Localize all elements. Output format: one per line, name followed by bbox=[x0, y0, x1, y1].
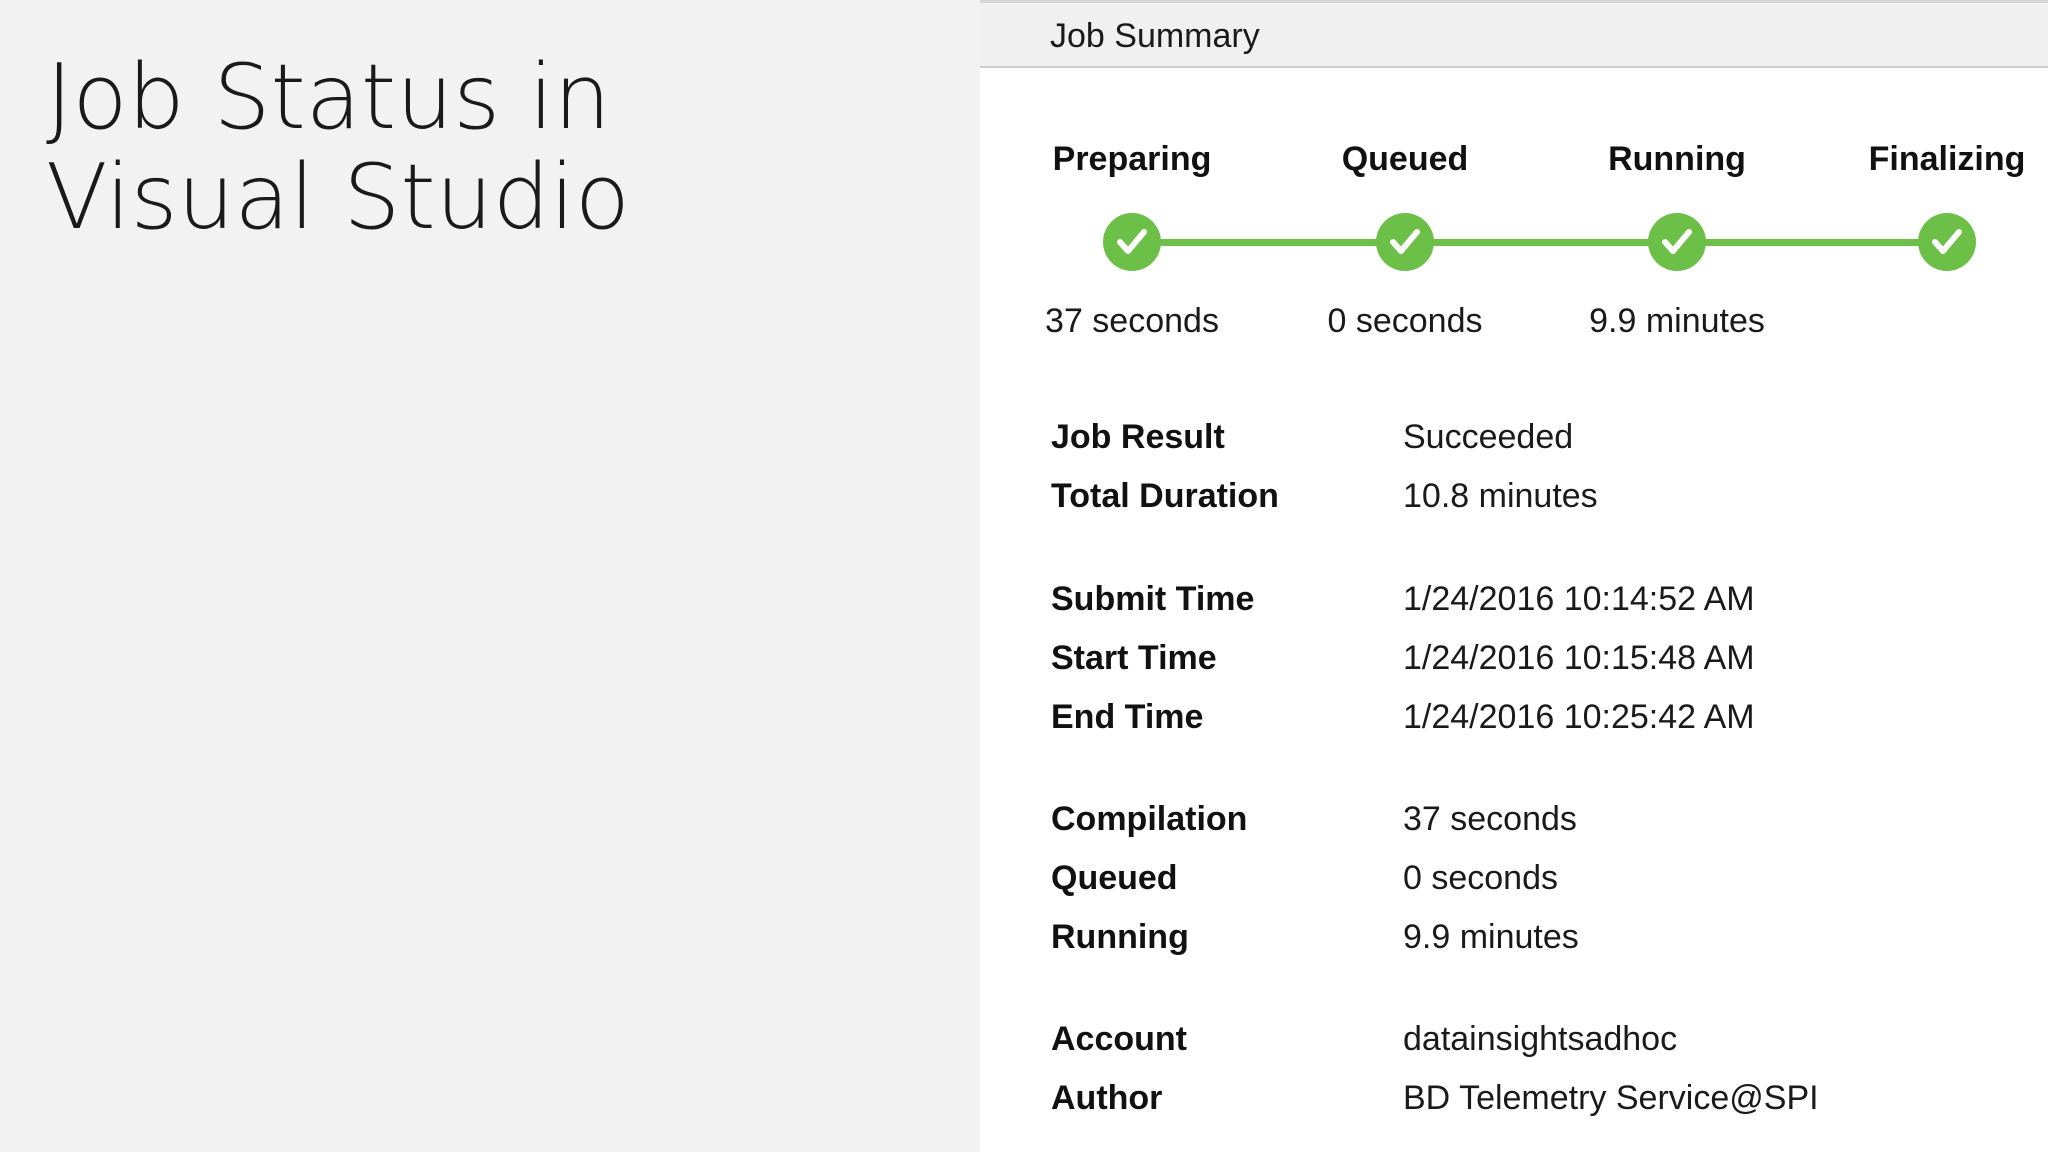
job-progress-line bbox=[1132, 239, 1947, 246]
stage-duration: 0 seconds bbox=[1327, 302, 1483, 340]
check-icon bbox=[1648, 213, 1706, 271]
slide-title: Job Status in Visual Studio bbox=[46, 48, 946, 248]
stage-name: Finalizing bbox=[1868, 140, 2026, 178]
account-value: datainsightsadhoc bbox=[1403, 1020, 1678, 1058]
total-duration-label: Total Duration bbox=[1051, 477, 1279, 515]
stage-name: Preparing bbox=[1052, 140, 1212, 178]
slide-title-line-2: Visual Studio bbox=[46, 145, 630, 250]
job-result-label: Job Result bbox=[1051, 418, 1225, 456]
stage-duration: 9.9 minutes bbox=[1589, 302, 1765, 340]
slide-title-line-1: Job Status in bbox=[46, 45, 611, 150]
account-label: Account bbox=[1051, 1020, 1187, 1058]
compilation-label: Compilation bbox=[1051, 800, 1248, 838]
compilation-value: 37 seconds bbox=[1403, 800, 1577, 838]
stage-duration: 37 seconds bbox=[1045, 302, 1219, 340]
start-time-value: 1/24/2016 10:15:48 AM bbox=[1403, 639, 1755, 677]
stage-name: Running bbox=[1608, 140, 1746, 178]
queued-value: 0 seconds bbox=[1403, 859, 1558, 897]
queued-label: Queued bbox=[1051, 859, 1178, 897]
running-label: Running bbox=[1051, 918, 1189, 956]
author-value: BD Telemetry Service@SPI bbox=[1403, 1079, 1819, 1117]
submit-time-label: Submit Time bbox=[1051, 580, 1255, 618]
job-summary-header: Job Summary bbox=[980, 0, 2048, 68]
check-icon bbox=[1376, 213, 1434, 271]
running-value: 9.9 minutes bbox=[1403, 918, 1579, 956]
start-time-label: Start Time bbox=[1051, 639, 1217, 677]
check-icon bbox=[1103, 213, 1161, 271]
job-result-value: Succeeded bbox=[1403, 418, 1574, 456]
job-summary-title: Job Summary bbox=[1050, 17, 1260, 55]
end-time-value: 1/24/2016 10:25:42 AM bbox=[1403, 698, 1755, 736]
author-label: Author bbox=[1051, 1079, 1163, 1117]
stage-name: Queued bbox=[1341, 140, 1469, 178]
check-icon bbox=[1918, 213, 1976, 271]
total-duration-value: 10.8 minutes bbox=[1403, 477, 1598, 515]
submit-time-value: 1/24/2016 10:14:52 AM bbox=[1403, 580, 1755, 618]
end-time-label: End Time bbox=[1051, 698, 1204, 736]
job-summary-panel: Job Summary Preparing 37 seconds Queued … bbox=[980, 0, 2048, 1152]
